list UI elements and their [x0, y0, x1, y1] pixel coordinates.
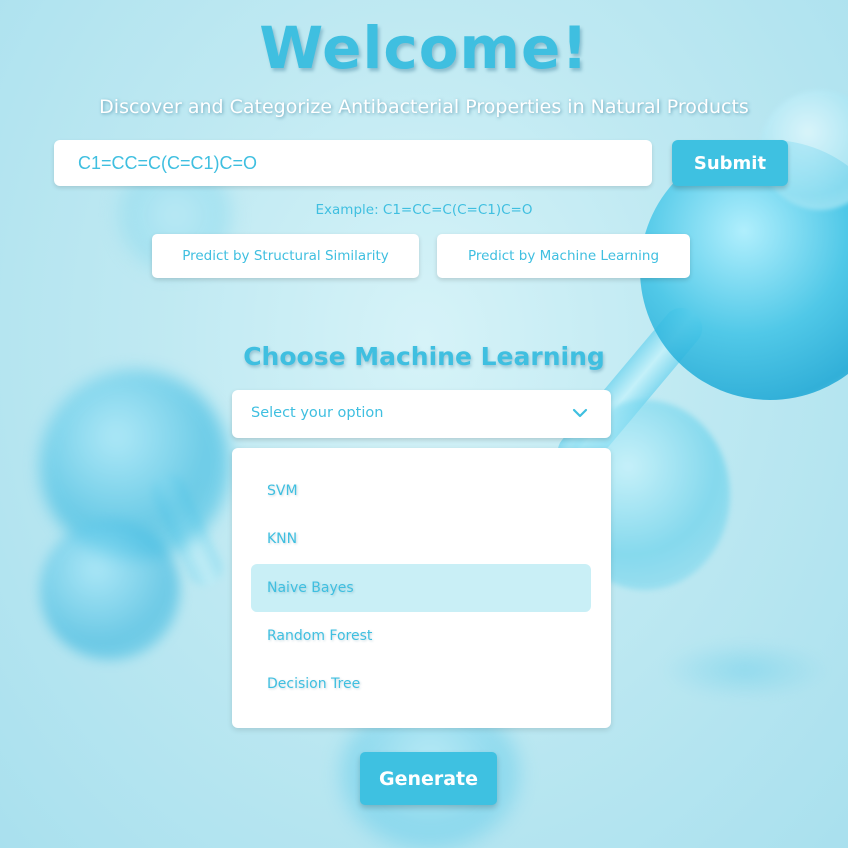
smiles-input[interactable]	[54, 140, 652, 186]
ml-select[interactable]: Select your option	[232, 390, 611, 438]
chevron-down-icon	[572, 408, 588, 418]
ml-option-knn[interactable]: KNN	[251, 515, 591, 563]
smiles-example: Example: C1=CC=C(C=C1)C=O	[315, 202, 533, 218]
main-content: Welcome! Discover and Categorize Antibac…	[0, 0, 848, 848]
ml-option-random-forest[interactable]: Random Forest	[251, 612, 591, 660]
ml-select-placeholder: Select your option	[251, 405, 384, 421]
submit-button[interactable]: Submit	[672, 140, 788, 186]
ml-section-title: Choose Machine Learning	[243, 342, 605, 371]
ml-option-naive-bayes[interactable]: Naive Bayes	[251, 564, 591, 612]
predict-machine-learning-button[interactable]: Predict by Machine Learning	[437, 234, 690, 278]
generate-button[interactable]: Generate	[360, 752, 497, 805]
ml-option-decision-tree[interactable]: Decision Tree	[251, 660, 591, 708]
page-subtitle: Discover and Categorize Antibacterial Pr…	[99, 96, 749, 118]
ml-option-svm[interactable]: SVM	[251, 467, 591, 515]
predict-structural-similarity-button[interactable]: Predict by Structural Similarity	[152, 234, 419, 278]
page-title: Welcome!	[259, 14, 589, 82]
ml-options-list: SVM KNN Naive Bayes Random Forest Decisi…	[232, 448, 611, 728]
